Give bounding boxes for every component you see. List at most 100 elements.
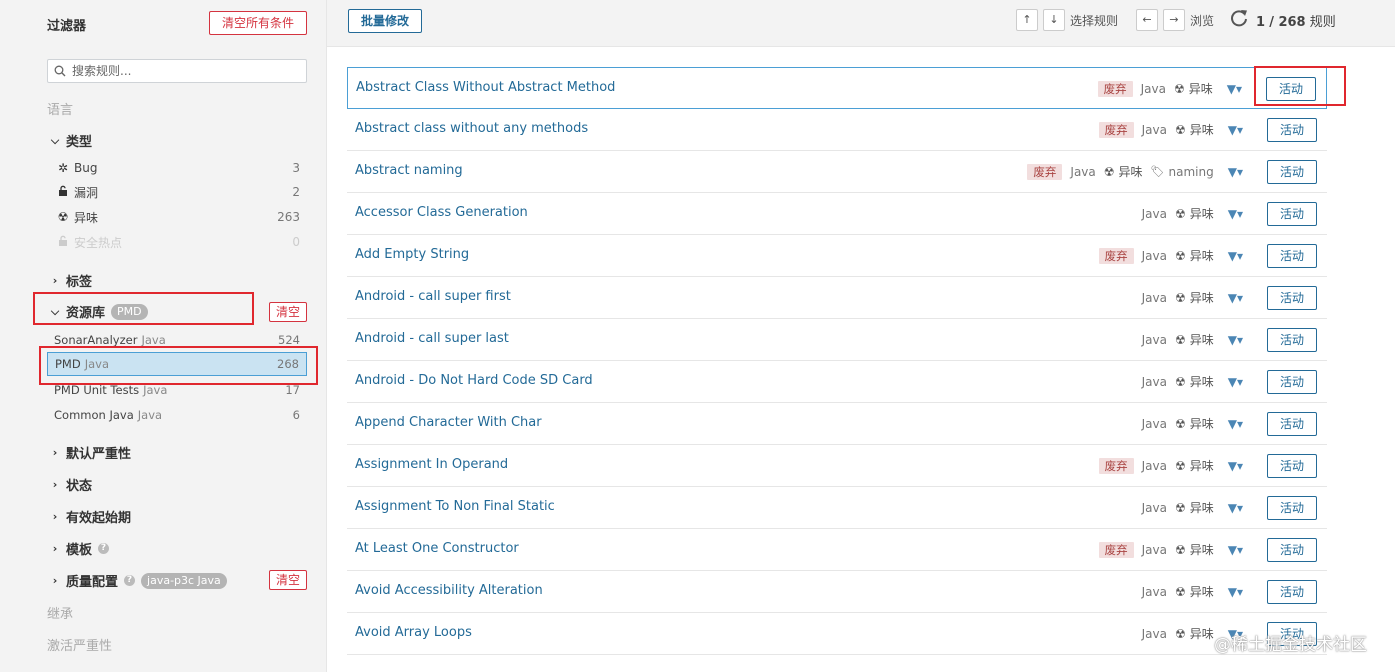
- type-count: 0: [292, 235, 300, 249]
- rule-name-link[interactable]: Add Empty String: [355, 247, 469, 262]
- filter-icon[interactable]: ▼▾: [1228, 459, 1243, 473]
- rule-name-link[interactable]: Append Character With Char: [355, 415, 542, 430]
- activate-button[interactable]: 活动: [1267, 286, 1317, 310]
- select-up-key[interactable]: ↑: [1016, 9, 1038, 31]
- rule-row[interactable]: Abstract naming 废弃 Java ☢ 异味 🏷 naming ▼▾ 活动: [347, 151, 1327, 193]
- activate-button[interactable]: 活动: [1267, 412, 1317, 436]
- rule-row[interactable]: Android - call super last Java ☢ 异味 ▼▾ 活动: [347, 319, 1327, 361]
- select-down-key[interactable]: ↓: [1043, 9, 1065, 31]
- rule-row[interactable]: Accessor Class Generation Java ☢ 异味 ▼▾ 活动: [347, 193, 1327, 235]
- filter-icon[interactable]: ▼▾: [1228, 249, 1243, 263]
- help-icon[interactable]: ?: [124, 575, 136, 586]
- rule-name-link[interactable]: Assignment In Operand: [355, 457, 508, 472]
- hotspot-icon: [56, 235, 70, 249]
- chevron-right-icon: ›: [52, 542, 58, 555]
- bug-icon: ✲: [57, 161, 69, 175]
- filter-icon[interactable]: ▼▾: [1228, 543, 1243, 557]
- type-bug-item[interactable]: ✲ Bug 3: [47, 157, 307, 179]
- clear-repository-button[interactable]: 清空: [269, 302, 307, 322]
- activate-button[interactable]: 活动: [1267, 118, 1317, 142]
- smell-icon: ☢: [1174, 542, 1186, 557]
- repo-item[interactable]: Common Java Java 6: [47, 403, 307, 427]
- type-label: Bug: [74, 161, 98, 175]
- filter-icon[interactable]: ▼▾: [1228, 501, 1243, 515]
- activate-button[interactable]: 活动: [1267, 454, 1317, 478]
- rule-name-link[interactable]: Assignment To Non Final Static: [355, 499, 555, 514]
- search-field[interactable]: [47, 59, 307, 83]
- filter-icon[interactable]: ▼▾: [1228, 585, 1243, 599]
- rule-counter: 1 / 268 规则: [1256, 11, 1336, 30]
- rule-name-link[interactable]: Android - call super first: [355, 289, 511, 304]
- rule-name-link[interactable]: Accessor Class Generation: [355, 205, 528, 220]
- rule-row[interactable]: Android - call super first Java ☢ 异味 ▼▾ 活动: [347, 277, 1327, 319]
- activate-button[interactable]: 活动: [1267, 496, 1317, 520]
- rule-row[interactable]: At Least One Constructor 废弃 Java ☢ 异味 ▼▾ 活动: [347, 529, 1327, 571]
- search-input[interactable]: [72, 63, 302, 79]
- rule-name-link[interactable]: Abstract naming: [355, 163, 463, 178]
- filter-icon[interactable]: ▼▾: [1228, 165, 1243, 179]
- rule-name-link[interactable]: Android - Do Not Hard Code SD Card: [355, 373, 593, 388]
- rule-row[interactable]: Assignment In Operand 废弃 Java ☢ 异味 ▼▾ 活动: [347, 445, 1327, 487]
- type-count: 3: [292, 161, 300, 175]
- severity-facet-header[interactable]: › 默认严重性: [50, 443, 131, 462]
- type-vulnerability-item[interactable]: 漏洞 2: [47, 181, 307, 203]
- filter-icon[interactable]: ▼▾: [1228, 123, 1243, 137]
- repo-lang: Java: [141, 333, 166, 347]
- activate-button[interactable]: 活动: [1267, 370, 1317, 394]
- bulk-change-button[interactable]: 批量修改: [348, 9, 422, 33]
- rule-row[interactable]: Abstract Class Without Abstract Method 废弃…: [347, 67, 1327, 109]
- clear-all-button[interactable]: 清空所有条件: [209, 11, 307, 35]
- activate-button[interactable]: 活动: [1267, 202, 1317, 226]
- deprecated-badge: 废弃: [1098, 247, 1134, 264]
- status-facet-header[interactable]: › 状态: [50, 475, 92, 494]
- available-since-facet-header[interactable]: › 有效起始期: [50, 507, 131, 526]
- rule-language: Java: [1141, 374, 1167, 389]
- browse-right-key[interactable]: →: [1163, 9, 1185, 31]
- rule-name-link[interactable]: Abstract Class Without Abstract Method: [356, 80, 615, 95]
- template-facet-header[interactable]: › 模板 ?: [50, 539, 110, 558]
- filter-icon[interactable]: ▼▾: [1228, 375, 1243, 389]
- rule-row[interactable]: Append Character With Char Java ☢ 异味 ▼▾ 活动: [347, 403, 1327, 445]
- rule-name-link[interactable]: Avoid Accessibility Alteration: [355, 583, 543, 598]
- tags-facet-header[interactable]: › 标签: [50, 271, 92, 290]
- filter-icon[interactable]: ▼▾: [1227, 82, 1242, 96]
- rule-tags[interactable]: 🏷 naming: [1151, 165, 1214, 179]
- rule-row[interactable]: Add Empty String 废弃 Java ☢ 异味 ▼▾ 活动: [347, 235, 1327, 277]
- type-code-smell-item[interactable]: ☢ 异味 263: [47, 206, 307, 228]
- rule-meta: 废弃 Java ☢ 异味 ▼▾: [1098, 541, 1243, 558]
- type-facet-header[interactable]: ⌵ 类型: [50, 131, 92, 151]
- quality-profile-pill: java-p3c Java: [141, 572, 227, 589]
- repo-count: 524: [278, 333, 300, 347]
- annotation-highlight: [1254, 66, 1346, 106]
- rule-name-link[interactable]: Android - call super last: [355, 331, 509, 346]
- language-facet[interactable]: 语言: [47, 99, 73, 118]
- browse-left-key[interactable]: ←: [1136, 9, 1158, 31]
- rule-row[interactable]: Avoid Accessibility Alteration Java ☢ 异味 ▼▾ 活…: [347, 571, 1327, 613]
- reload-icon[interactable]: [1229, 8, 1249, 28]
- clear-quality-profile-button[interactable]: 清空: [269, 570, 307, 590]
- inheritance-facet[interactable]: 继承: [47, 603, 73, 622]
- filter-icon[interactable]: ▼▾: [1228, 291, 1243, 305]
- rule-name-link[interactable]: Avoid Array Loops: [355, 625, 472, 640]
- filter-icon[interactable]: ▼▾: [1228, 333, 1243, 347]
- quality-profile-facet-header[interactable]: › 质量配置 ? java-p3c Java: [50, 571, 227, 590]
- help-icon[interactable]: ?: [98, 543, 110, 554]
- rule-row[interactable]: Assignment To Non Final Static Java ☢ 异味 ▼▾ 活…: [347, 487, 1327, 529]
- activate-button[interactable]: 活动: [1267, 244, 1317, 268]
- rule-row[interactable]: Abstract class without any methods 废弃 Java…: [347, 109, 1327, 151]
- filter-icon[interactable]: ▼▾: [1228, 207, 1243, 221]
- activate-button[interactable]: 活动: [1267, 160, 1317, 184]
- activation-severity-facet[interactable]: 激活严重性: [47, 635, 112, 654]
- activate-button[interactable]: 活动: [1267, 580, 1317, 604]
- type-hotspot-item[interactable]: 安全热点 0: [47, 231, 307, 253]
- rule-row[interactable]: Android - Do Not Hard Code SD Card Java ☢ 异…: [347, 361, 1327, 403]
- activate-button[interactable]: 活动: [1267, 538, 1317, 562]
- activate-button[interactable]: 活动: [1267, 328, 1317, 352]
- rule-type: ☢ 异味: [1175, 499, 1214, 516]
- repo-item[interactable]: PMD Unit Tests Java 17: [47, 378, 307, 402]
- rule-row[interactable]: Avoid Array Loops Java ☢ 异味 ▼▾ 活动: [347, 613, 1327, 655]
- filter-icon[interactable]: ▼▾: [1228, 417, 1243, 431]
- rule-type-label: 异味: [1189, 333, 1214, 347]
- rule-name-link[interactable]: At Least One Constructor: [355, 541, 519, 556]
- rule-name-link[interactable]: Abstract class without any methods: [355, 121, 588, 136]
